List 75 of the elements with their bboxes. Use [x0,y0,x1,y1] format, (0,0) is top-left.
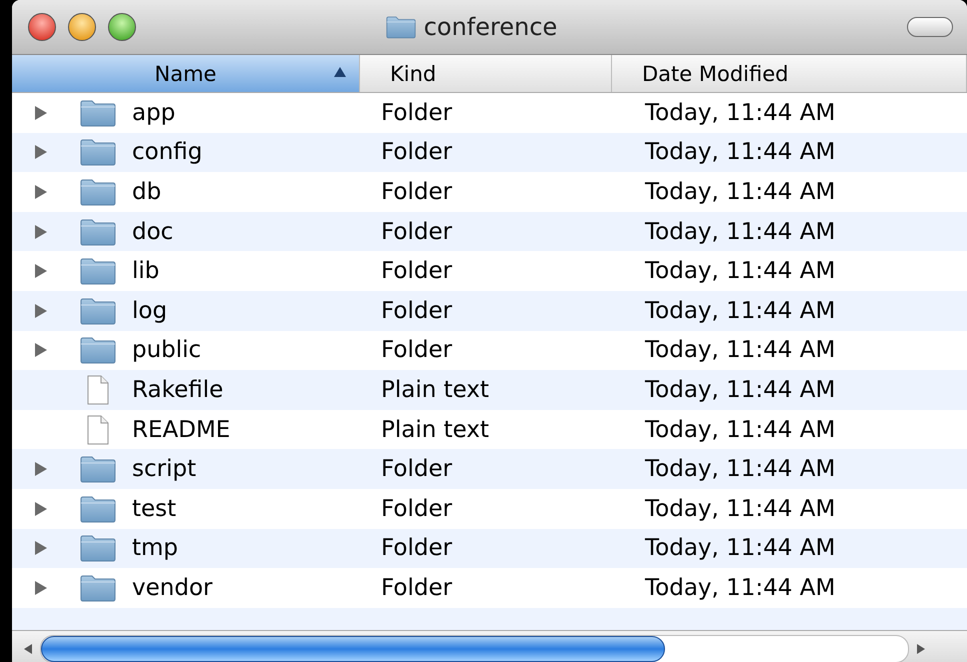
file-name[interactable]: lib [132,258,160,284]
date-cell-text: Today, 11:44 AM [644,535,836,562]
folder-icon [80,138,116,166]
kind-cell-text: Folder [380,456,454,482]
disclosure-triangle-icon[interactable] [34,461,48,478]
window-title: conference [424,13,558,41]
scroll-left-icon[interactable] [22,643,34,656]
kind-cell-text: Plain text [380,416,490,443]
column-header[interactable]: Kind [360,55,612,92]
file-name[interactable]: app [132,100,176,126]
folder-icon [80,336,116,364]
date-cell-text: Today, 11:44 AM [644,574,836,601]
date-cell-text: Today, 11:44 AM [644,376,836,403]
folder-icon [80,574,116,602]
kind-cell-text: Folder [380,298,454,324]
scroll-right-icon[interactable] [915,643,927,656]
date-cell-text: Today, 11:44 AM [644,456,836,482]
file-name[interactable]: db [132,178,162,205]
date-cell-text: Today, 11:44 AM [644,337,836,364]
date-cell-text: Today, 11:44 AM [644,100,836,126]
file-name[interactable]: doc [132,218,174,245]
kind-cell-text: Folder [380,574,454,601]
date-cell-text: Today, 11:44 AM [644,258,836,284]
scrollbar-thumb[interactable] [41,636,666,662]
date-cell-text: Today, 11:44 AM [644,496,836,522]
file-name[interactable]: tmp [132,535,178,562]
document-icon [86,414,110,445]
kind-cell-text: Folder [380,100,454,126]
document-icon [86,374,110,405]
kind-cell-text: Folder [380,218,454,245]
disclosure-triangle-icon[interactable] [34,580,48,596]
file-name[interactable]: Rakefile [132,376,224,403]
folder-icon [386,15,416,39]
toolbar-toggle-button[interactable] [907,17,953,37]
disclosure-triangle-icon[interactable] [34,104,48,121]
date-cell-text: Today, 11:44 AM [644,298,836,324]
kind-cell-text: Plain text [380,376,490,403]
file-name[interactable]: log [132,298,168,324]
file-name[interactable]: test [132,496,176,522]
date-cell-text: Today, 11:44 AM [644,139,836,166]
disclosure-triangle-icon[interactable] [34,540,48,556]
column-header[interactable]: Date Modified [612,55,967,92]
zoom-button[interactable] [108,13,136,41]
file-name[interactable]: README [132,416,230,443]
kind-cell-text: Folder [380,139,454,166]
folder-icon [80,98,116,127]
folder-icon [80,257,116,286]
kind-cell-text: Folder [380,337,454,364]
kind-cell-text: Folder [380,258,454,284]
folder-icon [80,494,116,523]
column-header[interactable]: Name [12,55,360,92]
close-button[interactable] [28,13,56,41]
file-name[interactable]: public [132,337,202,364]
kind-cell-text: Folder [380,178,454,205]
date-cell-text: Today, 11:44 AM [644,218,836,245]
folder-icon [80,178,116,206]
file-name[interactable]: vendor [132,574,212,601]
minimize-button[interactable] [68,13,96,41]
kind-cell-text: Folder [380,535,454,562]
date-cell-text: Today, 11:44 AM [644,178,836,205]
folder-icon [80,218,116,246]
disclosure-triangle-icon[interactable] [34,144,48,160]
folder-icon [80,534,116,562]
folder-icon [80,455,116,484]
file-name[interactable]: script [132,456,196,482]
kind-cell-text: Folder [380,496,454,522]
disclosure-triangle-icon[interactable] [34,302,48,319]
disclosure-triangle-icon[interactable] [34,184,48,200]
disclosure-triangle-icon[interactable] [34,224,48,240]
disclosure-triangle-icon[interactable] [34,342,48,358]
folder-icon [80,296,116,325]
file-name[interactable]: config [132,139,202,166]
disclosure-triangle-icon[interactable] [34,500,48,517]
disclosure-triangle-icon[interactable] [34,263,48,280]
date-cell-text: Today, 11:44 AM [644,416,836,443]
